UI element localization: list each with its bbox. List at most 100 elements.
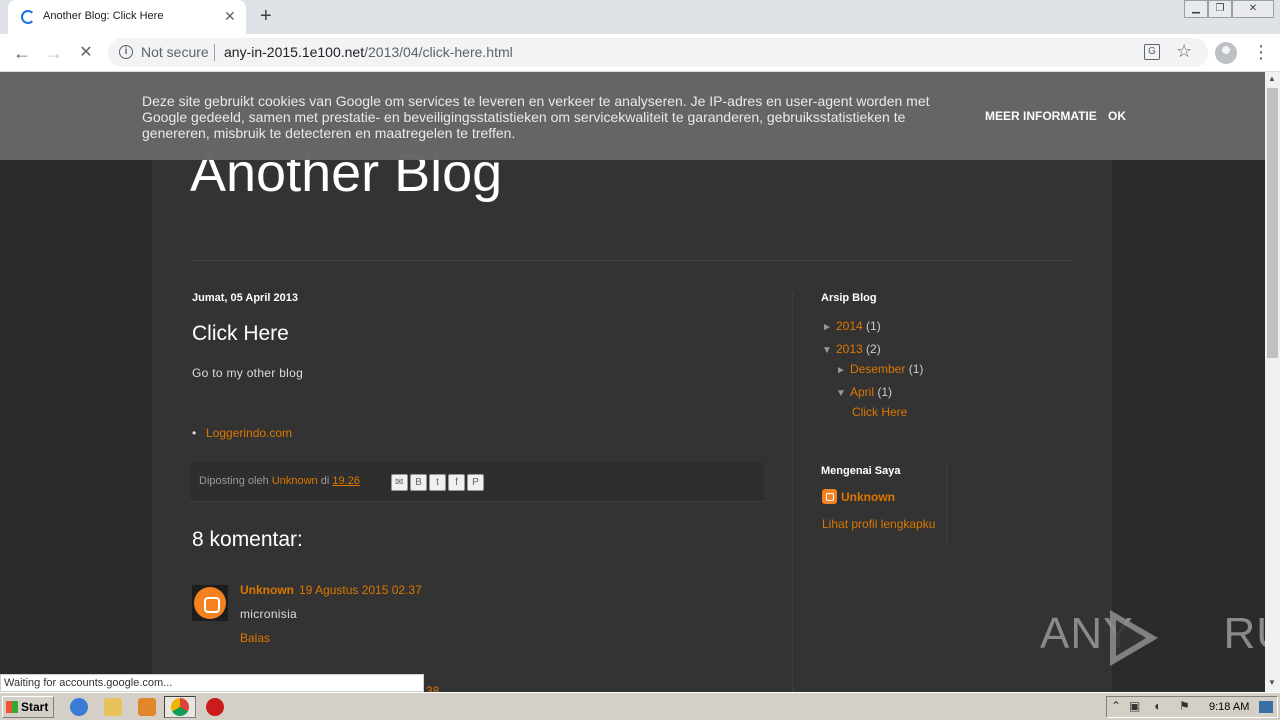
archive-item-april[interactable]: ▼ April (1) (836, 385, 892, 399)
windows-logo-icon (6, 701, 18, 713)
comment-avatar[interactable] (192, 585, 228, 621)
opera-icon[interactable] (206, 698, 224, 716)
file-explorer-icon[interactable] (104, 698, 122, 716)
page-viewport: Another Blog Jumat, 05 April 2013 Click … (0, 72, 1265, 692)
archive-item-count: (1) (908, 362, 924, 376)
twitter-share-icon[interactable]: t (429, 474, 446, 491)
start-button[interactable]: Start (2, 696, 54, 718)
blogthis-share-icon[interactable]: B (410, 474, 427, 491)
translate-icon[interactable]: G (1144, 44, 1160, 60)
taskbar-clock[interactable]: 9:18 AM (1209, 701, 1249, 713)
archive-item-label[interactable]: Desember (850, 362, 905, 376)
watermark-right-text: RUN (1223, 609, 1265, 658)
comment-reply-link[interactable]: Balas (240, 631, 270, 645)
address-bar[interactable]: i Not secure any-in-2015.1e100.net/2013/… (108, 38, 1208, 67)
chrome-icon (171, 698, 189, 716)
comment-time-link[interactable]: 19 Agustus 2015 02.37 (299, 583, 422, 597)
loading-status-bubble: Waiting for accounts.google.com... (0, 674, 424, 692)
stop-loading-icon[interactable]: ✕ (74, 41, 98, 65)
posted-at-label: di (317, 475, 333, 487)
comment-text: micronisia (240, 607, 298, 621)
chrome-taskbar-button[interactable] (164, 696, 196, 718)
start-label: Start (21, 700, 49, 714)
archive-item-2013[interactable]: ▼ 2013 (2) (822, 342, 881, 356)
sidebar-divider (792, 292, 793, 692)
post-time-link[interactable]: 19.26 (332, 475, 360, 487)
pinterest-share-icon[interactable]: P (467, 474, 484, 491)
back-arrow-icon[interactable]: ← (10, 41, 34, 65)
scroll-up-arrow-icon[interactable]: ▲ (1268, 74, 1276, 83)
window-close-button[interactable]: ✕ (1232, 0, 1274, 18)
archive-item-count: (1) (866, 319, 881, 333)
scroll-down-arrow-icon[interactable]: ▼ (1268, 678, 1276, 687)
posted-by-label: Diposting oleh (199, 475, 272, 487)
window-minimize-button[interactable]: ▁ (1184, 0, 1208, 18)
archive-item-label[interactable]: 2014 (836, 319, 863, 333)
post-date: Jumat, 05 April 2013 (192, 292, 298, 304)
collapse-arrow-icon[interactable]: ▼ (836, 388, 850, 399)
volume-icon[interactable]: ◖ (1153, 699, 1160, 713)
post-body: Go to my other blog (192, 366, 304, 380)
expand-arrow-icon[interactable]: ► (822, 322, 836, 333)
archive-heading: Arsip Blog (821, 292, 877, 304)
post-title: Click Here (192, 322, 289, 345)
windows-taskbar: Start ⌃ ▣ ◖ ⚑ 9:18 AM (0, 692, 1280, 720)
action-center-flag-icon[interactable]: ⚑ (1179, 699, 1190, 713)
cookie-ok-button[interactable]: OK (1108, 109, 1126, 123)
comments-heading: 8 komentar: (192, 528, 303, 551)
page-scrollbar[interactable]: ▲ ▼ (1265, 72, 1280, 692)
scroll-thumb[interactable] (1267, 88, 1278, 358)
address-divider (214, 44, 215, 61)
collapse-arrow-icon[interactable]: ▼ (822, 345, 836, 356)
show-desktop-icon[interactable] (1259, 701, 1273, 713)
new-tab-button[interactable]: + (260, 5, 272, 27)
internet-explorer-icon[interactable] (70, 698, 88, 716)
loading-spinner-icon (21, 10, 35, 24)
blogger-icon (822, 489, 837, 504)
tab-close-icon[interactable]: ✕ (224, 8, 236, 24)
archive-item-label[interactable]: 2013 (836, 342, 863, 356)
blogger-avatar-icon (194, 587, 226, 619)
cookie-consent-bar: Deze site gebruikt cookies van Google om… (0, 72, 1265, 160)
browser-tab[interactable]: Another Blog: Click Here ✕ (8, 0, 246, 34)
archive-item-count: (1) (877, 385, 893, 399)
header-divider (192, 260, 1072, 261)
bookmark-star-icon[interactable]: ☆ (1176, 41, 1192, 62)
about-divider (946, 465, 947, 547)
post-link-loggerindo[interactable]: Loggerindo.com (192, 426, 292, 440)
system-tray: ⌃ ▣ ◖ ⚑ 9:18 AM (1106, 696, 1278, 718)
forward-arrow-icon[interactable]: → (42, 41, 66, 65)
expand-arrow-icon[interactable]: ► (836, 365, 850, 376)
tray-expand-icon[interactable]: ⌃ (1111, 699, 1121, 713)
cookie-notice-text: Deze site gebruikt cookies van Google om… (142, 93, 930, 141)
archive-item-2014[interactable]: ► 2014 (1) (822, 319, 881, 333)
post-author-link[interactable]: Unknown (272, 475, 318, 487)
archive-item-count: (2) (866, 342, 881, 356)
archive-item-label[interactable]: April (850, 385, 874, 399)
url-text[interactable]: any-in-2015.1e100.net/2013/04/click-here… (224, 44, 513, 60)
post-footer: Diposting oleh Unknown di 19.26 ✉ B t f … (190, 462, 764, 502)
profile-avatar-icon[interactable] (1215, 42, 1237, 64)
security-label[interactable]: Not secure (141, 44, 209, 60)
email-share-icon[interactable]: ✉ (391, 474, 408, 491)
media-player-icon[interactable] (138, 698, 156, 716)
about-name-link[interactable]: Unknown (841, 490, 895, 504)
cookie-more-info-button[interactable]: MEER INFORMATIE (985, 109, 1097, 123)
tab-title: Another Blog: Click Here (43, 10, 164, 22)
url-path: /2013/04/click-here.html (364, 44, 513, 60)
archive-post-label[interactable]: Click Here (852, 405, 907, 419)
view-profile-link[interactable]: Lihat profil lengkapku (822, 516, 942, 532)
post-footer-text: Diposting oleh Unknown di 19.26 (199, 475, 360, 487)
network-icon[interactable]: ▣ (1129, 699, 1140, 713)
browser-titlebar: Another Blog: Click Here ✕ + ▁ ❐ ✕ (0, 0, 1280, 34)
play-logo-icon (1110, 610, 1158, 666)
archive-item-desember[interactable]: ► Desember (1) (836, 362, 923, 376)
info-icon[interactable]: i (119, 45, 133, 59)
facebook-share-icon[interactable]: f (448, 474, 465, 491)
window-restore-button[interactable]: ❐ (1208, 0, 1232, 18)
archive-post-click-here[interactable]: Click Here (852, 405, 907, 419)
browser-menu-icon[interactable]: ⋮ (1252, 42, 1270, 62)
comment-author-link[interactable]: Unknown (240, 583, 294, 597)
about-heading: Mengenai Saya (821, 465, 901, 477)
next-comment-time-partial[interactable]: 38 (426, 684, 439, 692)
